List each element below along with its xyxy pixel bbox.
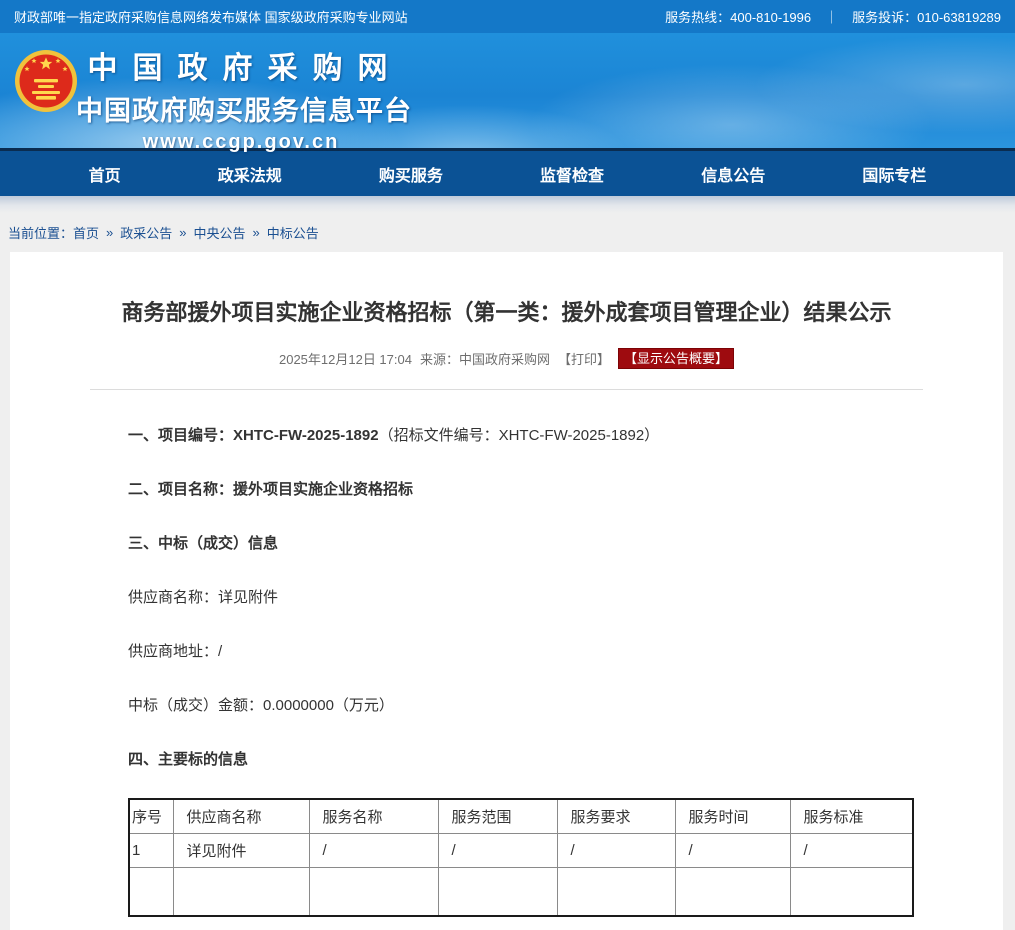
col-header-seq: 序号	[129, 799, 173, 834]
award-amount-line: 中标（成交）金额：0.0000000（万元）	[128, 696, 923, 716]
service-complaint: 服务投诉：010-63819289	[852, 7, 1001, 26]
breadcrumb-prefix: 当前位置：	[8, 223, 73, 242]
article-card: 商务部援外项目实施企业资格招标（第一类：援外成套项目管理企业）结果公示 2025…	[10, 252, 1003, 930]
project-number-line: 一、项目编号：XHTC-FW-2025-1892（招标文件编号：XHTC-FW-…	[128, 426, 923, 446]
nav-item-purchase-services[interactable]: 购买服务	[379, 162, 443, 186]
nav-item-supervision[interactable]: 监督检查	[540, 162, 604, 186]
site-name: 中国政府采购网	[84, 43, 406, 87]
nav-item-home[interactable]: 首页	[89, 162, 121, 186]
breadcrumb-separator: »	[179, 225, 186, 240]
supplier-address-line: 供应商地址：/	[128, 642, 923, 662]
national-emblem-icon	[14, 49, 78, 113]
main-nav: 首页 政采法规 购买服务 监督检查 信息公告 国际专栏	[0, 151, 1015, 196]
service-hotline: 服务热线：400-810-1996	[665, 7, 811, 26]
breadcrumb-bid-result[interactable]: 中标公告	[267, 223, 319, 242]
nav-item-international[interactable]: 国际专栏	[862, 162, 926, 186]
col-header-service-standard: 服务标准	[790, 799, 913, 834]
print-button[interactable]: 【打印】	[558, 349, 610, 368]
breadcrumb-central[interactable]: 中央公告	[194, 223, 246, 242]
site-logo: 中国政府采购网 中国政府购买服务信息平台 www.ccgp.gov.cn	[76, 43, 406, 154]
publish-datetime: 2025年12月12日 17:04	[279, 349, 412, 368]
site-url: www.ccgp.gov.cn	[76, 131, 406, 154]
col-header-service-name: 服务名称	[309, 799, 438, 834]
main-subject-heading: 四、主要标的信息	[128, 750, 923, 770]
show-summary-button[interactable]: 【显示公告概要】	[618, 348, 734, 369]
table-row: 1 详见附件 / / / / /	[129, 834, 913, 868]
table-row-empty	[129, 868, 913, 916]
breadcrumb: 当前位置： 首页 » 政采公告 » 中央公告 » 中标公告	[0, 213, 1015, 252]
breadcrumb-zhengcai[interactable]: 政采公告	[120, 223, 172, 242]
page-title: 商务部援外项目实施企业资格招标（第一类：援外成套项目管理企业）结果公示	[10, 298, 1003, 328]
topbar: 财政部唯一指定政府采购信息网络发布媒体 国家级政府采购专业网站 服务热线：400…	[0, 0, 1015, 33]
breadcrumb-separator: »	[253, 225, 260, 240]
subject-info-table: 序号 供应商名称 服务名称 服务范围 服务要求 服务时间 服务标准 1 详见附件…	[128, 798, 914, 917]
col-header-service-scope: 服务范围	[438, 799, 557, 834]
article-meta: 2025年12月12日 17:04 来源：中国政府采购网 【打印】 【显示公告概…	[90, 348, 923, 390]
col-header-service-requirement: 服务要求	[557, 799, 675, 834]
table-header-row: 序号 供应商名称 服务名称 服务范围 服务要求 服务时间 服务标准	[129, 799, 913, 834]
nav-item-announcements[interactable]: 信息公告	[701, 162, 765, 186]
site-banner: 中国政府采购网 中国政府购买服务信息平台 www.ccgp.gov.cn	[0, 33, 1015, 148]
platform-name: 中国政府购买服务信息平台	[76, 89, 406, 128]
topbar-separator: ｜	[825, 7, 838, 26]
article-body: 一、项目编号：XHTC-FW-2025-1892（招标文件编号：XHTC-FW-…	[10, 390, 1003, 770]
article-source: 来源：中国政府采购网	[420, 349, 550, 368]
col-header-supplier: 供应商名称	[173, 799, 309, 834]
project-name-line: 二、项目名称：援外项目实施企业资格招标	[128, 480, 923, 500]
topbar-slogan: 财政部唯一指定政府采购信息网络发布媒体 国家级政府采购专业网站	[14, 7, 408, 26]
award-info-heading: 三、中标（成交）信息	[128, 534, 923, 554]
breadcrumb-home[interactable]: 首页	[73, 223, 99, 242]
breadcrumb-separator: »	[106, 225, 113, 240]
nav-shadow	[0, 196, 1015, 213]
supplier-name-line: 供应商名称：详见附件	[128, 588, 923, 608]
nav-item-regulations[interactable]: 政采法规	[218, 162, 282, 186]
col-header-service-time: 服务时间	[675, 799, 790, 834]
